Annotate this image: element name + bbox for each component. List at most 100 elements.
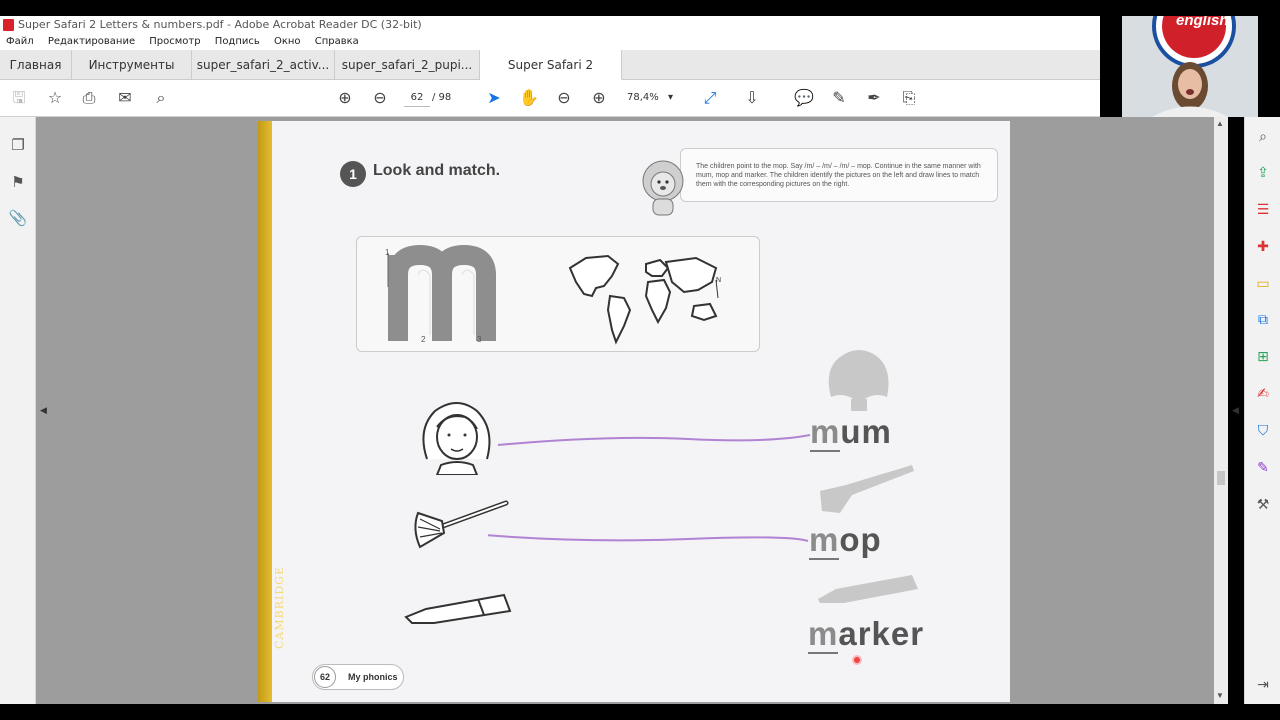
- webcam-feed: english: [1122, 16, 1258, 117]
- menu-sign[interactable]: Подпись: [215, 36, 260, 47]
- scroll-thumb[interactable]: [1217, 471, 1225, 485]
- word-mop: mop: [809, 521, 882, 560]
- marker-silhouette-icon: [818, 575, 918, 603]
- webcam-badge-text: english: [1176, 16, 1229, 29]
- search-icon[interactable]: ⌕: [151, 88, 171, 108]
- screen: Super Safari 2 Letters & numbers.pdf - A…: [0, 0, 1280, 720]
- letter-m-tracing: [387, 245, 496, 341]
- star-icon[interactable]: ☆: [45, 88, 65, 108]
- more-tools-icon[interactable]: ⚒: [1253, 495, 1273, 515]
- zoom-in-icon[interactable]: ⊕: [589, 88, 609, 108]
- scroll-mode-icon[interactable]: ⇩: [742, 88, 762, 108]
- stroke-label-3: 3: [477, 335, 482, 344]
- pages-icon[interactable]: ❐: [8, 135, 28, 155]
- hand-tool-icon[interactable]: ✋: [519, 88, 539, 108]
- print-icon[interactable]: ⎙: [79, 88, 99, 108]
- save-icon[interactable]: 🖫: [9, 88, 29, 108]
- combine-files-icon[interactable]: ⧉: [1253, 310, 1273, 330]
- menu-edit[interactable]: Редактирование: [48, 36, 135, 47]
- menu-bar: Файл Редактирование Просмотр Подпись Окн…: [0, 34, 1100, 50]
- match-line-mum: [497, 434, 811, 446]
- chevron-down-icon: ▾: [667, 92, 673, 103]
- menu-window[interactable]: Окно: [274, 36, 301, 47]
- footer-section-label: My phonics: [348, 672, 398, 682]
- word-mum-first: m: [810, 413, 841, 452]
- edit-pdf-icon[interactable]: ✚: [1253, 237, 1273, 257]
- stroke-label-1: 1: [385, 248, 390, 257]
- select-tool-icon[interactable]: ➤: [484, 88, 504, 108]
- word-mop-first: m: [809, 521, 840, 560]
- zoom-out-icon[interactable]: ⊖: [554, 88, 574, 108]
- tab-bar: Главная Инструменты super_safari_2_activ…: [0, 50, 1100, 102]
- tab-doc-activity[interactable]: super_safari_2_activ...: [192, 50, 335, 80]
- pointer-cursor: [852, 655, 862, 665]
- mop-silhouette-icon: [820, 465, 914, 513]
- scroll-down-icon[interactable]: ▼: [1216, 691, 1224, 700]
- world-map-icon: [568, 254, 719, 345]
- word-marker: marker: [808, 615, 925, 654]
- tab-tools[interactable]: Инструменты: [72, 50, 192, 80]
- mail-icon[interactable]: ✉: [115, 88, 135, 108]
- word-marker-rest: arker: [838, 615, 925, 652]
- webcam-image: [1122, 16, 1258, 117]
- spine-text: CAMBRIDGE: [272, 566, 286, 649]
- tab-doc-letters[interactable]: Super Safari 2 Lette...✕: [480, 50, 622, 102]
- zoom-value: 78,4%: [627, 92, 659, 103]
- menu-help[interactable]: Справка: [315, 36, 359, 47]
- window-title: Super Safari 2 Letters & numbers.pdf - A…: [18, 18, 422, 31]
- page-number-input[interactable]: 62: [404, 89, 430, 107]
- pdf-app-icon: [3, 19, 14, 31]
- sign-icon[interactable]: ✒: [864, 88, 884, 108]
- compass-label: N: [716, 277, 722, 284]
- mum-silhouette-icon: [828, 350, 889, 411]
- stamp-icon[interactable]: ⎘: [899, 88, 919, 108]
- bottom-black-bar: [0, 704, 1280, 720]
- top-black-bar: [0, 0, 1280, 16]
- tab-home[interactable]: Главная: [0, 50, 72, 80]
- match-lines: [488, 434, 811, 542]
- fill-sign-icon[interactable]: ✍: [1253, 384, 1273, 404]
- page-total-label: / 98: [432, 92, 452, 103]
- attachment-icon[interactable]: 📎: [8, 208, 28, 228]
- lion-mascot-icon: [642, 160, 684, 216]
- menu-view[interactable]: Просмотр: [149, 36, 200, 47]
- word-marker-first: m: [808, 615, 839, 654]
- word-mop-rest: op: [839, 521, 882, 558]
- expand-panel-icon[interactable]: ⇥: [1253, 675, 1273, 695]
- teacher-note: The children point to the mop. Say /m/ –…: [696, 163, 981, 188]
- collapse-right-panel-icon[interactable]: ◀: [1232, 405, 1239, 416]
- left-nav-panel: ❐ ⚑ 📎: [0, 117, 36, 704]
- zoom-select[interactable]: 78,4% ▾: [627, 89, 683, 107]
- word-mum: mum: [810, 413, 892, 452]
- search-tool-icon[interactable]: ⌕: [1253, 127, 1273, 147]
- prev-page-icon[interactable]: ⊕: [335, 88, 355, 108]
- bookmark-icon[interactable]: ⚑: [8, 172, 28, 192]
- fit-page-icon[interactable]: ⤢: [700, 88, 720, 108]
- tab-doc-pupil[interactable]: super_safari_2_pupi...: [335, 50, 480, 80]
- toolbar: 🖫 ☆ ⎙ ✉ ⌕ ⊕ ⊖ ➤ ✋ ⊖ ⊕ ⤢ ⇩ 💬 ✎ ✒ ⎘: [0, 80, 1100, 117]
- protect-icon[interactable]: ⛉: [1253, 421, 1273, 441]
- scroll-up-icon[interactable]: ▲: [1216, 119, 1224, 128]
- word-mum-rest: um: [840, 413, 892, 450]
- exercise-number: 1: [340, 161, 366, 187]
- title-bar: Super Safari 2 Letters & numbers.pdf - A…: [0, 16, 1100, 34]
- comment-tool-icon[interactable]: ▭: [1253, 274, 1273, 294]
- exercise-title: Look and match.: [373, 162, 501, 179]
- organize-pages-icon[interactable]: ⊞: [1253, 347, 1273, 367]
- pdf-page[interactable]: CAMBRIDGE 1 Look and match. The children…: [258, 121, 1010, 702]
- footer-page-number: 62: [314, 666, 336, 688]
- highlight-icon[interactable]: ✎: [829, 88, 849, 108]
- next-page-icon[interactable]: ⊖: [370, 88, 390, 108]
- right-tools-panel: ⌕ ⇪ ☰ ✚ ▭ ⧉ ⊞ ✍ ⛉ ✎ ⚒ ⇥: [1244, 117, 1280, 704]
- prepare-form-icon[interactable]: ✎: [1253, 458, 1273, 478]
- menu-file[interactable]: Файл: [6, 36, 34, 47]
- collapse-left-panel-icon[interactable]: ◀: [40, 405, 47, 416]
- vertical-scrollbar[interactable]: ▲ ▼: [1214, 117, 1228, 704]
- match-line-mop: [488, 534, 809, 542]
- marker-picture-icon: [404, 593, 512, 624]
- comment-icon[interactable]: 💬: [794, 88, 814, 108]
- create-pdf-icon[interactable]: ☰: [1253, 200, 1273, 220]
- stroke-label-2: 2: [421, 335, 426, 344]
- export-pdf-icon[interactable]: ⇪: [1253, 163, 1273, 183]
- page-spine: [258, 121, 272, 702]
